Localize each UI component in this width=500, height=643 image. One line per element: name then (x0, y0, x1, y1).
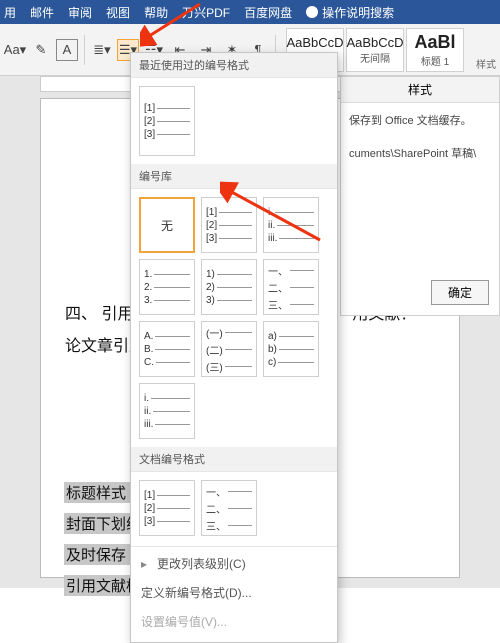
num-tile-none[interactable]: 无 (139, 197, 195, 253)
menu-item[interactable]: 视图 (106, 4, 130, 21)
bullets-button[interactable]: ≣▾ (91, 39, 113, 61)
chevron-right-icon: ▸ (141, 557, 147, 571)
style-heading1[interactable]: AaBl 标题 1 (406, 28, 464, 72)
styles-group-label: 样式 (476, 56, 496, 71)
menu-item[interactable]: 用 (4, 4, 16, 21)
char-border-button[interactable]: A (56, 39, 78, 61)
styles-pane-title: 样式 (341, 77, 499, 103)
menu-item[interactable]: 百度网盘 (244, 4, 292, 21)
menu-bar: 用 邮件 审阅 视图 帮助 万兴PDF 百度网盘 操作说明搜索 (0, 0, 500, 24)
menu-item[interactable]: 邮件 (30, 4, 54, 21)
tell-me-label: 操作说明搜索 (322, 4, 394, 21)
section-doc: 文档编号格式 (131, 447, 337, 472)
clear-format-button[interactable]: ✎ (30, 39, 52, 61)
num-tile[interactable]: (一)(二)(三) (201, 321, 257, 377)
change-list-level[interactable]: ▸ 更改列表级别(C) (131, 549, 337, 578)
section-library: 编号库 (131, 164, 337, 189)
lightbulb-icon (306, 6, 318, 18)
style-no-spacing[interactable]: AaBbCcD 无间隔 (346, 28, 404, 72)
num-tile[interactable]: 1.2.3. (139, 259, 195, 315)
num-tile[interactable]: 一、二、三、 (201, 480, 257, 536)
num-tile[interactable]: i.ii.iii. (139, 383, 195, 439)
num-tile[interactable]: 1)2)3) (201, 259, 257, 315)
num-tile[interactable]: [1][2][3] (139, 480, 195, 536)
num-tile[interactable]: 一、二、三、 (263, 259, 319, 315)
num-tile-recent[interactable]: [1] [2] [3] (139, 86, 195, 156)
ok-button[interactable]: 确定 (431, 280, 489, 305)
font-case-button[interactable]: Aa▾ (4, 39, 26, 61)
styles-pane: 样式 保存到 Office 文档缓存。 cuments\SharePoint 草… (340, 76, 500, 316)
numbering-dropdown: 最近使用过的编号格式 [1] [2] [3] 编号库 无[1][2][3]i.i… (130, 52, 338, 643)
num-tile[interactable]: A.B.C. (139, 321, 195, 377)
styles-pane-msg: 保存到 Office 文档缓存。 cuments\SharePoint 草稿\ (341, 103, 499, 173)
num-tile[interactable]: [1][2][3] (201, 197, 257, 253)
menu-item[interactable]: 审阅 (68, 4, 92, 21)
section-recent: 最近使用过的编号格式 (131, 53, 337, 78)
separator (84, 35, 85, 65)
set-number-value[interactable]: 设置编号值(V)... (131, 607, 337, 636)
num-tile[interactable]: i.ii.iii. (263, 197, 319, 253)
menu-item[interactable]: 万兴PDF (182, 4, 230, 21)
tell-me[interactable]: 操作说明搜索 (306, 4, 394, 21)
menu-item[interactable]: 帮助 (144, 4, 168, 21)
define-new-format[interactable]: 定义新编号格式(D)... (131, 578, 337, 607)
num-tile[interactable]: a)b)c) (263, 321, 319, 377)
